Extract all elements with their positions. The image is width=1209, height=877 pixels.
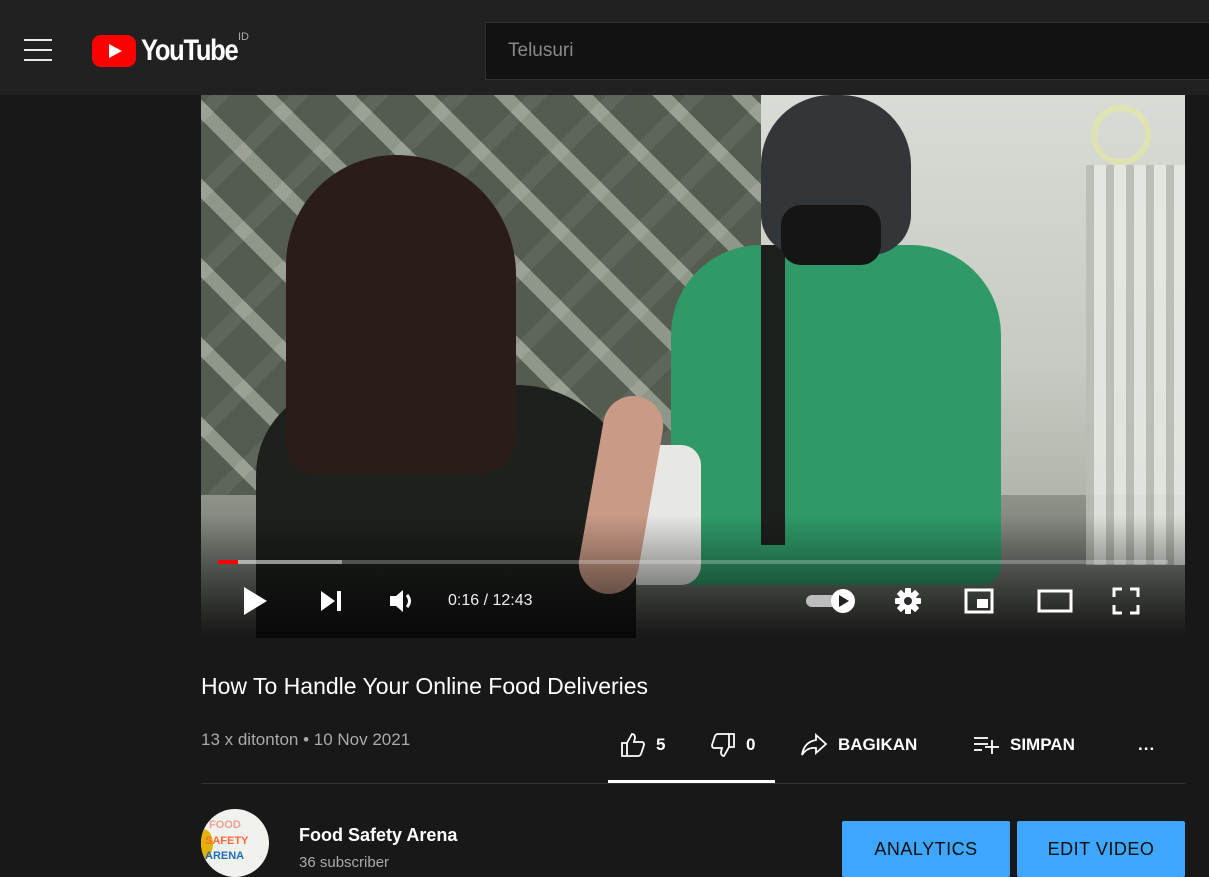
video-frame	[201, 95, 1185, 638]
like-button[interactable]: 5	[620, 722, 665, 768]
avatar-text-line-1: FOOD	[209, 819, 241, 831]
autoplay-toggle[interactable]	[803, 573, 859, 629]
gear-icon	[895, 588, 921, 614]
share-icon	[801, 733, 828, 756]
next-icon	[321, 591, 341, 611]
more-icon: ...	[1138, 735, 1156, 754]
player-controls: 0:16 / 12:43	[201, 573, 1185, 629]
share-button[interactable]: BAGIKAN	[800, 722, 917, 768]
fullscreen-button[interactable]	[1106, 573, 1146, 629]
time-separator: /	[479, 592, 493, 609]
progress-played	[218, 560, 238, 564]
like-count: 5	[656, 735, 666, 754]
country-code: ID	[238, 31, 249, 43]
dislike-count: 0	[746, 735, 756, 754]
view-count: 13 x ditonton	[201, 730, 299, 749]
volume-button[interactable]	[383, 573, 423, 629]
avatar-text-line-3: ARENA	[205, 850, 245, 862]
next-button[interactable]	[311, 573, 351, 629]
avatar-text-line-2: SAFETY	[205, 835, 249, 847]
current-time: 0:16	[448, 592, 480, 609]
watermark-icon	[1091, 105, 1151, 165]
subscriber-count: 36 subscriber	[299, 854, 390, 871]
search-box[interactable]	[485, 22, 1209, 80]
video-meta: 13 x ditonton • 10 Nov 2021	[201, 730, 410, 750]
channel-avatar[interactable]: FOOD SAFETY ARENA	[201, 809, 269, 877]
autoplay-toggle-icon	[806, 589, 855, 613]
video-player[interactable]: 0:16 / 12:43	[201, 95, 1185, 638]
time-display: 0:16 / 12:43	[448, 573, 533, 629]
upload-date: 10 Nov 2021	[313, 730, 411, 749]
theater-mode-icon	[1037, 589, 1073, 613]
channel-name[interactable]: Food Safety Arena	[299, 825, 457, 846]
duration: 12:43	[492, 592, 533, 609]
save-label: SIMPAN	[1010, 735, 1075, 754]
edit-video-button[interactable]: EDIT VIDEO	[1017, 821, 1185, 877]
settings-button[interactable]	[888, 573, 928, 629]
progress-bar[interactable]	[218, 560, 1168, 564]
miniplayer-icon	[964, 588, 994, 614]
dislike-button[interactable]: 0	[710, 722, 755, 768]
share-label: BAGIKAN	[838, 735, 918, 754]
add-to-playlist-icon	[974, 737, 999, 754]
analytics-button[interactable]: ANALYTICS	[842, 821, 1010, 877]
search-input[interactable]	[486, 23, 1209, 79]
miniplayer-button[interactable]	[959, 573, 999, 629]
youtube-play-logo-icon	[92, 35, 136, 67]
logo-wordmark: YouTube	[141, 34, 239, 67]
menu-icon[interactable]	[24, 39, 52, 61]
video-title: How To Handle Your Online Food Deliverie…	[201, 673, 649, 699]
meta-dot: •	[298, 730, 314, 749]
thumbs-down-icon	[711, 733, 735, 757]
theater-mode-button[interactable]	[1033, 573, 1077, 629]
more-actions-button[interactable]: ...	[1138, 722, 1155, 768]
fullscreen-icon	[1112, 587, 1140, 615]
volume-icon	[390, 590, 411, 612]
play-icon	[244, 587, 267, 615]
save-button[interactable]: SIMPAN	[972, 722, 1075, 768]
video-actions: 5 0 BAGIKAN SIMPAN ...	[610, 722, 1185, 768]
divider	[201, 783, 1185, 784]
top-bar: YouTube ID	[0, 0, 1209, 95]
youtube-logo[interactable]: YouTube	[92, 34, 254, 68]
thumbs-up-icon	[621, 733, 645, 757]
play-button[interactable]	[235, 573, 275, 629]
